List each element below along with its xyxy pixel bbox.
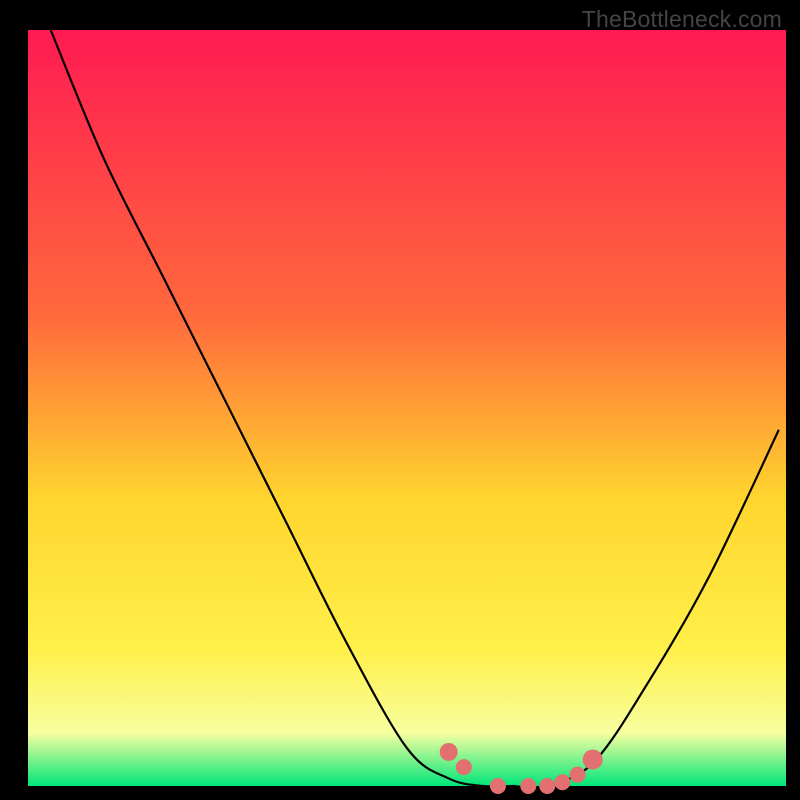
bottleneck-curve-chart bbox=[0, 0, 800, 800]
marker-dot bbox=[554, 774, 570, 790]
chart-frame: TheBottleneck.com bbox=[0, 0, 800, 800]
marker-dot bbox=[456, 759, 472, 775]
marker-dot bbox=[440, 743, 458, 761]
marker-dot bbox=[583, 750, 603, 770]
marker-dot bbox=[520, 778, 536, 794]
marker-dot bbox=[570, 767, 586, 783]
marker-dot bbox=[539, 778, 555, 794]
marker-dot bbox=[490, 778, 506, 794]
watermark-text: TheBottleneck.com bbox=[582, 6, 782, 33]
plot-background bbox=[28, 30, 786, 786]
